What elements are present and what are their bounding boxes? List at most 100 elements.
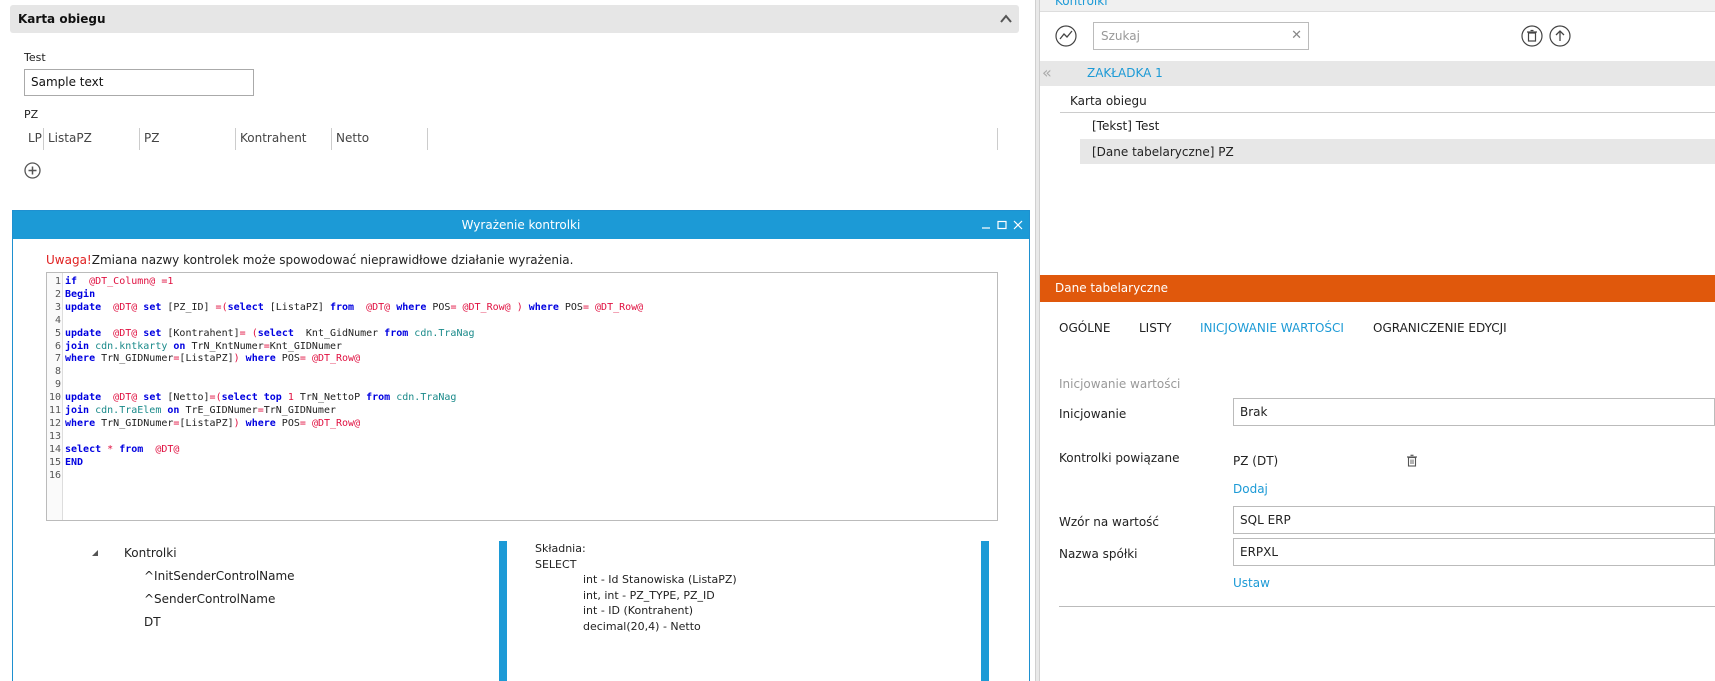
minimize-icon[interactable] [981, 220, 991, 230]
code-line[interactable]: 1 if @DT_Column@ =1 [47, 275, 173, 288]
line-number: 12 [48, 417, 61, 429]
col-netto[interactable]: Netto [332, 128, 428, 150]
line-number: 6 [54, 340, 61, 352]
section-label: Inicjowanie wartości [1059, 377, 1181, 391]
code-line[interactable]: 13 [47, 430, 65, 443]
collapse-panel-icon[interactable]: « [1042, 65, 1052, 81]
syntax-line: SELECT [535, 558, 577, 571]
code-line[interactable]: 2 Begin [47, 288, 95, 301]
tree-item-initsender[interactable]: ^InitSenderControlName [144, 569, 295, 583]
col-kontrahent[interactable]: Kontrahent [236, 128, 332, 150]
close-icon[interactable] [1013, 220, 1023, 230]
company-input[interactable]: ERPXL [1233, 538, 1715, 566]
line-number: 11 [48, 405, 61, 416]
search-placeholder: Szukaj [1101, 29, 1140, 43]
tab-inicjowanie-wartosci[interactable]: INICJOWANIE WARTOŚCI [1200, 321, 1344, 335]
clear-search-icon[interactable]: ✕ [1291, 29, 1302, 43]
line-number: 8 [54, 366, 61, 378]
line-number: 1 [54, 276, 61, 287]
tab-zakladka-1[interactable]: « ZAKŁADKA 1 [1040, 61, 1715, 86]
line-number: 10 [48, 392, 61, 404]
line-number: 7 [54, 353, 61, 365]
warning-prefix: Uwaga! [46, 253, 92, 267]
tab-ogolne[interactable]: OGÓLNE [1059, 321, 1110, 335]
code-line[interactable]: 10 update @DT@ set [Netto]=(select top 1 … [47, 391, 457, 404]
add-linked-link[interactable]: Dodaj [1233, 482, 1268, 496]
code-line[interactable]: 5 update @DT@ set [Kontrahent]= (select K… [47, 327, 475, 340]
tree-item-dt[interactable]: DT [144, 615, 161, 629]
test-input[interactable]: Sample text [24, 69, 254, 96]
line-number: 13 [48, 430, 61, 442]
dialog-titlebar[interactable]: Wyrażenie kontrolki [13, 211, 1029, 239]
section-header-karta-obiegu[interactable]: Karta obiegu [10, 5, 1019, 33]
add-row-icon[interactable] [24, 162, 41, 179]
code-editor[interactable]: 1 if @DT_Column@ =1 2 Begin 3 update @DT@ set… [46, 272, 998, 521]
controls-tree: Kontrolki ^InitSenderControlName ^Sender… [46, 541, 486, 681]
chart-icon[interactable] [1055, 25, 1077, 47]
collapse-arrow-icon[interactable] [91, 549, 99, 557]
set-link[interactable]: Ustaw [1233, 576, 1270, 590]
line-number: 3 [54, 301, 61, 313]
tree-divider [1060, 112, 1715, 113]
pattern-label: Wzór na wartość [1059, 515, 1160, 529]
tree-node-dane-tabelaryczne[interactable]: [Dane tabelaryczne] PZ [1092, 145, 1234, 159]
col-lp[interactable]: LP [24, 128, 44, 150]
code-line[interactable]: 8 [47, 365, 65, 378]
trash-icon[interactable] [1521, 25, 1543, 47]
panel-top-strip [1040, 0, 1715, 12]
tree-node-karta-obiegu[interactable]: Karta obiegu [1070, 94, 1147, 108]
syntax-line: int, int - PZ_TYPE, PZ_ID [583, 589, 715, 602]
bottom-divider [1059, 606, 1715, 607]
code-line[interactable]: 14 select * from @DT@ [47, 443, 180, 456]
pattern-select[interactable]: SQL ERP [1233, 506, 1715, 534]
chevron-up-icon[interactable] [999, 12, 1013, 26]
expression-dialog: Wyrażenie kontrolki Uwaga!Zmiana nazwy k… [12, 210, 1030, 681]
remove-linked-icon[interactable] [1406, 454, 1418, 467]
code-line[interactable]: 6 join cdn.kntkarty on TrN_KntNumer=Knt_G… [47, 340, 342, 353]
line-number: 2 [54, 288, 61, 300]
code-line[interactable]: 9 [47, 378, 65, 391]
dialog-title: Wyrażenie kontrolki [461, 218, 581, 232]
maximize-icon[interactable] [997, 220, 1007, 230]
linked-value: PZ (DT) [1233, 454, 1279, 468]
pz-table-header: LP ListaPZ PZ Kontrahent Netto [24, 128, 998, 150]
tree-node-tekst-test[interactable]: [Tekst] Test [1092, 119, 1159, 133]
syntax-line: int - Id Stanowiska (ListaPZ) [583, 573, 737, 586]
test-label: Test [24, 51, 46, 64]
syntax-panel: Składnia: SELECT int - Id Stanowiska (Li… [499, 541, 989, 681]
line-number: 5 [54, 327, 61, 339]
search-input[interactable]: Szukaj ✕ [1093, 22, 1309, 50]
col-pz[interactable]: PZ [140, 128, 236, 150]
code-line[interactable]: 15 END [47, 456, 83, 469]
code-line[interactable]: 11 join cdn.TraElem on TrE_GIDNumer=TrN_G… [47, 404, 336, 417]
properties-header: Dane tabelaryczne [1040, 275, 1715, 302]
init-select[interactable]: Brak [1233, 398, 1715, 426]
line-number: 4 [54, 314, 61, 326]
syntax-title: Składnia: [535, 542, 586, 555]
code-line[interactable]: 7 where TrN_GIDNumer=[ListaPZ]) where POS… [47, 352, 360, 365]
syntax-line: int - ID (Kontrahent) [583, 604, 694, 617]
warning-text: Zmiana nazwy kontrolek może spowodować n… [91, 253, 574, 267]
panel-title: Kontrolki [1055, 0, 1108, 8]
line-number: 15 [48, 456, 61, 468]
tree-root-kontrolki[interactable]: Kontrolki [124, 546, 177, 560]
tab-label: ZAKŁADKA 1 [1087, 66, 1163, 80]
line-number: 16 [48, 469, 61, 481]
tree-item-sender[interactable]: ^SenderControlName [144, 592, 275, 606]
warning-message: Uwaga!Zmiana nazwy kontrolek może spowod… [46, 253, 573, 267]
col-listapz[interactable]: ListaPZ [44, 128, 140, 150]
code-line[interactable]: 16 [47, 469, 65, 482]
tab-ograniczenie-edycji[interactable]: OGRANICZENIE EDYCJI [1373, 321, 1507, 335]
pz-label: PZ [24, 108, 39, 121]
code-line[interactable]: 4 [47, 314, 65, 327]
tab-listy[interactable]: LISTY [1139, 321, 1172, 335]
init-label: Inicjowanie [1059, 407, 1127, 421]
syntax-line: decimal(20,4) - Netto [583, 620, 701, 633]
section-title: Karta obiegu [18, 12, 106, 26]
company-label: Nazwa spółki [1059, 547, 1138, 561]
code-line[interactable]: 12 where TrN_GIDNumer=[ListaPZ]) where PO… [47, 417, 360, 430]
upload-icon[interactable] [1549, 25, 1571, 47]
code-line[interactable]: 3 update @DT@ set [PZ_ID] =(select [Lista… [47, 301, 643, 314]
line-number: 9 [54, 379, 61, 391]
line-number: 14 [48, 443, 61, 455]
